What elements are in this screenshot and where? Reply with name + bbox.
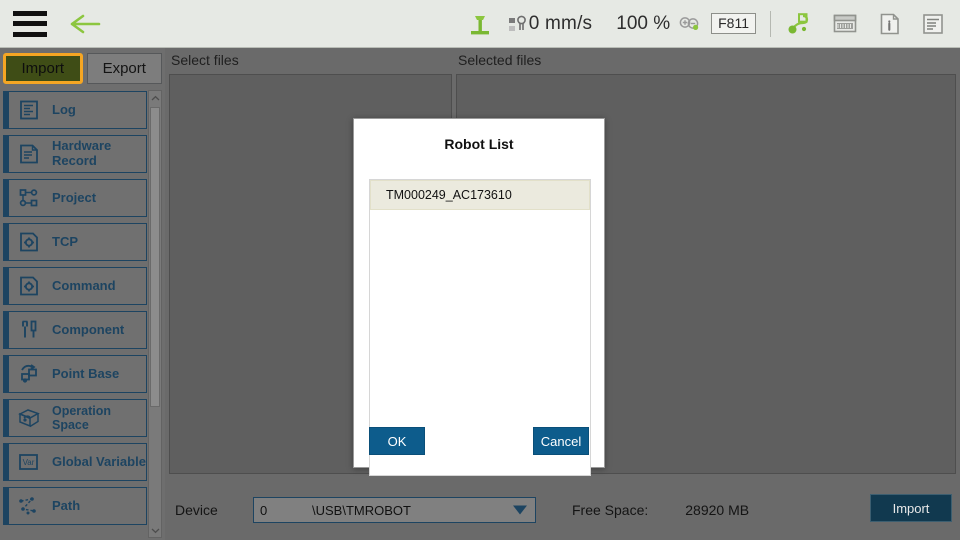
sidebar-item-component[interactable]: Component — [3, 311, 147, 349]
sidebar-item-global-variable[interactable]: Var Global Variable — [3, 443, 147, 481]
toolbar-divider — [770, 10, 771, 37]
robot-list-dialog: Robot List TM000249_AC173610 OK Cancel — [353, 118, 605, 476]
panel-headers: Select files Selected files — [165, 48, 960, 74]
ok-button-label: OK — [387, 433, 407, 449]
device-index: 0 — [260, 502, 268, 518]
scrollbar-track[interactable] — [149, 105, 161, 523]
log-document-icon — [14, 96, 44, 124]
tab-export[interactable]: Export — [86, 53, 162, 84]
sidebar-item-label: Path — [52, 497, 81, 513]
sidebar-item-command[interactable]: Command — [3, 267, 147, 305]
sidebar-item-label: Log — [52, 101, 76, 117]
back-arrow-icon[interactable] — [69, 10, 103, 38]
sidebar-item-label: Point Base — [52, 365, 120, 381]
list-item-label: TM000249_AC173610 — [386, 188, 512, 202]
function-badge[interactable]: F811 — [711, 0, 756, 48]
sidebar-item-hardware-record[interactable]: Hardware Record — [3, 135, 147, 173]
application-window: 0 mm/s 100 % F811 Import Export Log Hard… — [0, 0, 960, 540]
speed-percent-value: 100 % — [616, 12, 671, 34]
device-path: \USB\TMROBOT — [312, 502, 411, 518]
component-tools-icon — [14, 316, 44, 344]
tab-export-label: Export — [102, 60, 146, 77]
keyboard-icon[interactable] — [833, 0, 857, 48]
function-badge-label: F811 — [711, 12, 756, 35]
dialog-buttons: OK Cancel — [354, 427, 604, 455]
svg-text:Var: Var — [23, 458, 35, 467]
import-export-tabs: Import Export — [3, 53, 162, 84]
sidebar-item-label: Hardware Record — [52, 138, 112, 168]
top-toolbar: 0 mm/s 100 % F811 — [0, 0, 960, 48]
dialog-title: Robot List — [444, 136, 514, 152]
sidebar-item-path[interactable]: Path — [3, 487, 147, 525]
select-files-header: Select files — [171, 52, 239, 68]
import-button-label: Import — [892, 500, 930, 516]
bottom-bar: Device 0 \USB\TMROBOT Free Space: 28920 … — [165, 480, 960, 540]
sidebar-item-tcp[interactable]: TCP — [3, 223, 147, 261]
log-list-icon[interactable] — [922, 0, 944, 48]
speed-icon — [507, 0, 529, 48]
hamburger-menu-icon[interactable] — [13, 10, 47, 37]
hardware-record-icon — [14, 140, 44, 168]
sidebar-item-project[interactable]: Project — [3, 179, 147, 217]
cancel-button-label: Cancel — [540, 433, 582, 449]
global-variable-icon: Var — [14, 448, 44, 476]
sidebar-item-point-base[interactable]: Point Base — [3, 355, 147, 393]
tcp-gear-icon — [14, 228, 44, 256]
sidebar-item-label: TCP — [52, 233, 78, 249]
free-space-label: Free Space: — [572, 502, 649, 518]
command-gear-icon — [14, 272, 44, 300]
ok-button[interactable]: OK — [369, 427, 425, 455]
sidebar-item-label: Project — [52, 189, 97, 205]
sidebar-item-label: Operation Space — [52, 404, 112, 432]
sidebar-item-label: Command — [52, 277, 116, 293]
info-icon[interactable] — [879, 0, 900, 48]
operation-space-icon — [14, 404, 44, 432]
tab-import-label: Import — [21, 60, 64, 77]
project-tree-icon — [14, 184, 44, 212]
zoom-in-out-icon[interactable] — [678, 0, 702, 48]
cancel-button[interactable]: Cancel — [533, 427, 589, 455]
sidebar-item-log[interactable]: Log — [3, 91, 147, 129]
joint-settings-icon[interactable] — [785, 0, 811, 48]
sidebar-item-label: Component — [52, 321, 125, 337]
sidebar-nav-list: Log Hardware Record Project TCP Command … — [3, 90, 147, 538]
speed-value: 0 mm/s — [528, 12, 593, 34]
chevron-up-icon[interactable] — [149, 91, 161, 105]
sidebar-scrollbar[interactable] — [148, 90, 162, 538]
left-sidebar: Import Export Log Hardware Record Projec… — [0, 48, 165, 540]
sidebar-item-operation-space[interactable]: Operation Space — [3, 399, 147, 437]
import-button[interactable]: Import — [870, 494, 952, 522]
sidebar-item-label: Global Variable — [52, 453, 146, 469]
scrollbar-thumb[interactable] — [150, 107, 160, 407]
robot-status-icon[interactable] — [467, 0, 493, 48]
list-item[interactable]: TM000249_AC173610 — [370, 180, 590, 210]
selected-files-header: Selected files — [458, 52, 542, 68]
tab-import[interactable]: Import — [3, 53, 83, 84]
device-label: Device — [175, 502, 218, 518]
point-base-icon — [14, 360, 44, 388]
sidebar-nav-wrapper: Log Hardware Record Project TCP Command … — [3, 90, 162, 538]
chevron-down-icon — [513, 505, 527, 515]
device-select[interactable]: 0 \USB\TMROBOT — [253, 497, 536, 523]
chevron-down-icon[interactable] — [149, 523, 161, 537]
free-space-value: 28920 MB — [685, 502, 750, 518]
path-nodes-icon — [14, 492, 44, 520]
